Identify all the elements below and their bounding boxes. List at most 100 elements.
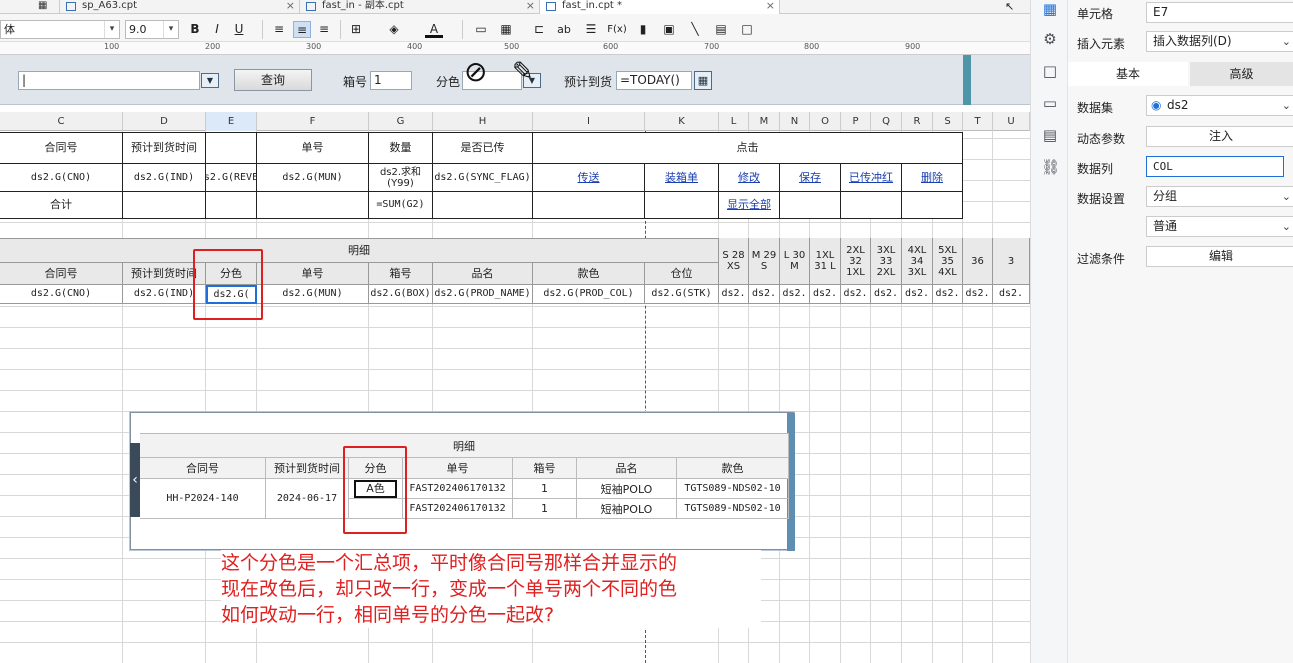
slash-icon[interactable]: ╲ [686,21,704,38]
detail-header-style-color[interactable]: 款色 [533,263,645,285]
cell-input[interactable]: E7 [1146,2,1293,23]
panel-resize-handle[interactable] [963,55,971,105]
size-header[interactable]: L 30 M [780,238,810,285]
cell-empty[interactable] [123,192,206,219]
size-cell[interactable]: ds2. [780,285,810,304]
tab-advanced[interactable]: 高级 [1190,62,1293,86]
inject-button[interactable]: 注入 [1146,126,1293,147]
close-icon[interactable]: × [766,0,775,12]
total-label[interactable]: 合计 [0,192,123,219]
column-header[interactable]: N [780,112,810,131]
column-header[interactable]: I [533,112,645,131]
size-header[interactable]: 4XL 34 3XL [902,238,933,285]
image-icon[interactable]: ▣ [660,21,678,38]
chart-icon[interactable]: ▮ [634,21,652,38]
send-link[interactable]: 传送 [533,164,645,192]
cell-empty[interactable] [533,192,645,219]
dataset-select[interactable]: ◉ ds2 ⌄ [1146,95,1293,116]
link-icon[interactable]: ⊏ [530,21,548,38]
detail-header-contract[interactable]: 合同号 [0,263,123,285]
style-icon[interactable]: ⚙ [1041,30,1059,48]
hide-icon[interactable]: ⊘ [464,57,487,87]
detail-title[interactable]: 明细 [0,238,719,263]
size-cell[interactable]: ds2. [841,285,871,304]
size-cell[interactable]: ds2. [993,285,1030,304]
detail-contract-field[interactable]: ds2.G(CNO) [0,285,123,304]
size-cell[interactable]: ds2. [933,285,963,304]
cell-attributes-icon[interactable]: ▦ [1041,0,1059,18]
tab-grid[interactable]: ▦ [30,0,60,14]
frame-icon[interactable]: □ [738,21,756,38]
header-order[interactable]: 单号 [257,132,369,164]
group-mode-select[interactable]: 普通 ⌄ [1146,216,1293,237]
merge-icon[interactable]: ▭ [472,21,490,38]
size-cell[interactable]: ds2. [963,285,993,304]
tab-fast-in[interactable]: fast_in.cpt * × [540,0,780,14]
cell-qty-sum[interactable]: ds2.求和(Y99) [369,164,433,192]
chevron-down-icon[interactable]: ▼ [201,73,219,88]
detail-box-field[interactable]: ds2.G(BOX) [369,285,433,304]
align-right-button[interactable]: ≡ [315,21,333,38]
data-setting-select[interactable]: 分组 ⌄ [1146,186,1293,207]
column-header[interactable]: Q [871,112,902,131]
condition-icon[interactable]: ▤ [1041,126,1059,144]
font-color-icon[interactable]: A [425,21,443,38]
cell-empty[interactable] [841,192,902,219]
cell-expect-field[interactable]: ds2.G(IND) [123,164,206,192]
size-header[interactable]: S 28 XS [719,238,749,285]
header-uploaded[interactable]: 是否已传 [433,132,533,164]
cursor-icon[interactable]: ↖ [1005,0,1014,13]
detail-header-location[interactable]: 仓位 [645,263,719,285]
font-size-select[interactable]: 9.0 ▾ [125,20,179,39]
split-icon[interactable]: ▦ [497,21,515,38]
calendar-icon[interactable]: ▦ [694,71,712,90]
size-cell[interactable]: ds2. [871,285,902,304]
border-icon[interactable]: ⊞ [347,21,365,38]
size-cell[interactable]: ds2. [902,285,933,304]
size-header[interactable]: 3 [993,238,1030,285]
filter-edit-button[interactable]: 编辑 [1146,246,1293,267]
column-header[interactable]: L [719,112,749,131]
tab-sp-a63[interactable]: sp_A63.cpt × [60,0,300,14]
data-column-input[interactable]: COL [1146,156,1284,177]
formula-button[interactable]: F(x) [606,21,628,38]
save-link[interactable]: 保存 [780,164,841,192]
column-header[interactable]: K [645,112,719,131]
cell-contract-field[interactable]: ds2.G(CNO) [0,164,123,192]
size-header[interactable]: 5XL 35 4XL [933,238,963,285]
param-input-1[interactable]: | [18,71,200,90]
header-contract[interactable]: 合同号 [0,132,123,164]
delete-link[interactable]: 删除 [902,164,963,192]
red-flush-link[interactable]: 已传冲红 [841,164,902,192]
widget-icon[interactable]: ▤ [712,21,730,38]
column-header[interactable]: P [841,112,871,131]
widget-icon[interactable]: ▭ [1041,94,1059,112]
cell-reverse-field[interactable]: ds2.G(REVER [206,164,257,192]
cell-empty[interactable] [902,192,963,219]
size-header[interactable]: 2XL 32 1XL [841,238,871,285]
link-icon[interactable]: ⛓ [1041,158,1060,176]
align-center-button[interactable]: ≡ [293,21,311,38]
header-expect[interactable]: 预计到货时间 [123,132,206,164]
column-header[interactable]: D [123,112,206,131]
size-header[interactable]: 36 [963,238,993,285]
column-header[interactable]: C [0,112,123,131]
show-all-link[interactable]: 显示全部 [719,192,780,219]
column-header[interactable]: G [369,112,433,131]
size-header[interactable]: 1XL 31 L [810,238,841,285]
column-header[interactable]: S [933,112,963,131]
frame-icon[interactable]: □ [1041,62,1059,80]
header-empty[interactable] [206,132,257,164]
close-icon[interactable]: × [526,0,535,12]
expect-date-input[interactable]: =TODAY() [616,71,692,90]
column-header[interactable]: T [963,112,993,131]
cell-empty[interactable] [780,192,841,219]
box-input[interactable]: 1 [370,71,412,90]
size-cell[interactable]: ds2. [749,285,780,304]
detail-header-product[interactable]: 品名 [433,263,533,285]
fill-color-icon[interactable]: ◈ [385,21,403,38]
size-header[interactable]: M 29 S [749,238,780,285]
bold-button[interactable]: B [186,21,204,38]
size-cell[interactable]: ds2. [719,285,749,304]
column-header[interactable]: U [993,112,1030,131]
